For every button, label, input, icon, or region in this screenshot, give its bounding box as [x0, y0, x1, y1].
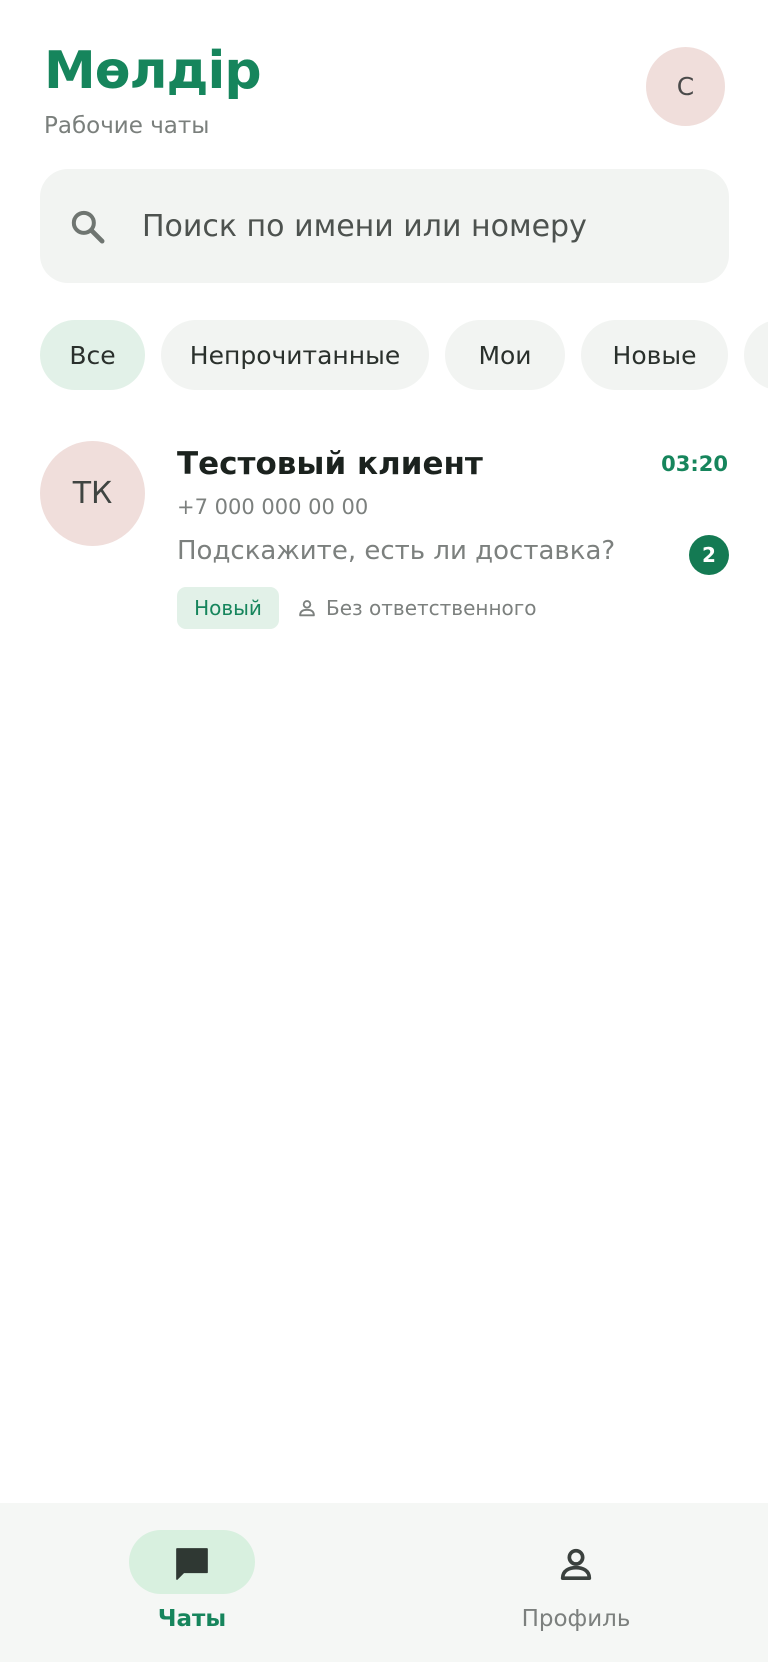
search-input[interactable] [142, 169, 702, 283]
chat-time: 03:20 [661, 452, 728, 476]
chat-phone: +7 000 000 00 00 [177, 495, 369, 519]
app-subtitle: Рабочие чаты [44, 113, 210, 139]
filter-chip-unread[interactable]: Непрочитанные [161, 320, 429, 390]
assignee-info: Без ответственного [296, 587, 537, 629]
unread-count-badge: 2 [689, 535, 729, 575]
chat-icon [176, 1548, 208, 1580]
nav-label-chats: Чаты [157, 1606, 227, 1632]
profile-avatar-button[interactable]: С [646, 47, 725, 126]
person-icon [560, 1548, 592, 1580]
bottom-navigation: Чаты Профиль [0, 1503, 768, 1662]
person-icon [299, 600, 315, 617]
nav-label-profile: Профиль [521, 1606, 631, 1632]
chat-list-item[interactable]: ТК Тестовый клиент 03:20 +7 000 000 00 0… [0, 430, 768, 630]
filter-chip-new[interactable]: Новые [581, 320, 728, 390]
nav-tab-chats[interactable]: Чаты [0, 1503, 384, 1662]
chat-last-message: Подскажите, есть ли доставка? [177, 536, 616, 566]
filter-chip-more[interactable] [744, 320, 768, 390]
chat-name: Тестовый клиент [177, 446, 483, 482]
filter-chip-all[interactable]: Все [40, 320, 145, 390]
app-title: Мөлдір [44, 41, 262, 101]
chat-avatar: ТК [40, 441, 145, 546]
nav-tab-profile[interactable]: Профиль [384, 1503, 768, 1662]
filter-chip-mine[interactable]: Мои [445, 320, 565, 390]
filter-chips: Все Непрочитанные Мои Новые [40, 320, 768, 390]
assignee-label: Без ответственного [326, 596, 537, 620]
app-header: Мөлдір Рабочие чаты [44, 38, 262, 140]
search-icon [71, 210, 105, 244]
status-badge: Новый [177, 587, 279, 629]
search-bar[interactable] [40, 169, 729, 283]
